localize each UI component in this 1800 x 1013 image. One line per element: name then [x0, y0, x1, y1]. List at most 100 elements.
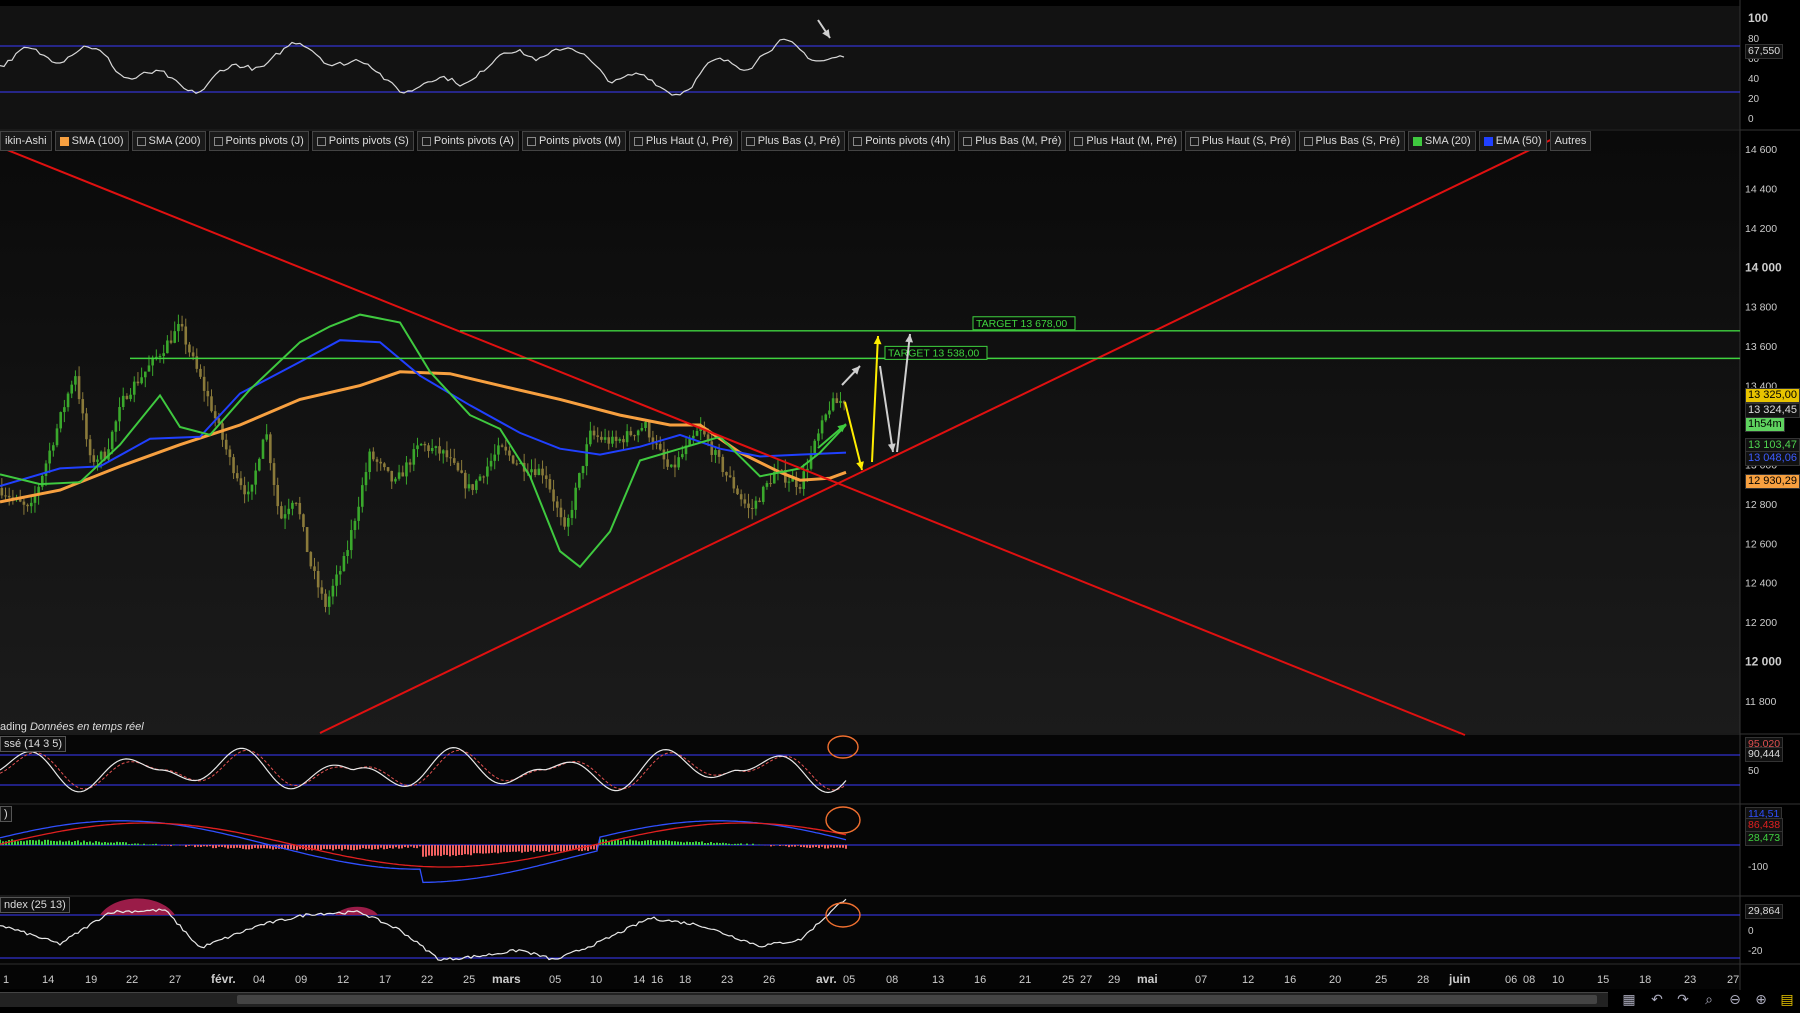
- legend-item[interactable]: Plus Bas (S, Pré): [1298, 131, 1405, 151]
- candle-body: [132, 381, 136, 395]
- legend-checkbox[interactable]: [213, 136, 223, 146]
- legend-checkbox[interactable]: [59, 136, 69, 146]
- legend-checkbox[interactable]: [1074, 136, 1084, 146]
- legend-item[interactable]: Plus Haut (M, Pré): [1069, 131, 1182, 151]
- redo-icon[interactable]: ↷: [1674, 990, 1692, 1008]
- candle-body: [327, 596, 331, 607]
- legend-item[interactable]: Points pivots (J): [208, 131, 309, 151]
- legend-item[interactable]: EMA (50): [1478, 131, 1547, 151]
- candle-body: [276, 485, 280, 507]
- legend-checkbox[interactable]: [853, 136, 863, 146]
- candle-body: [26, 504, 29, 507]
- candle-body: [570, 509, 574, 518]
- candle-body: [515, 463, 519, 465]
- legend-item[interactable]: Points pivots (A): [416, 131, 519, 151]
- macd-histogram-bar: [17, 841, 19, 845]
- macd-histogram-bar: [836, 845, 838, 848]
- candle-body: [92, 455, 96, 462]
- candle-body: [416, 445, 419, 450]
- macd-histogram-bar: [65, 841, 67, 845]
- candle-body: [452, 458, 456, 463]
- undo-icon[interactable]: ↶: [1648, 990, 1666, 1008]
- legend-item[interactable]: SMA (200): [131, 131, 206, 151]
- legend-item[interactable]: SMA (20): [1407, 131, 1476, 151]
- macd-histogram-bar: [143, 843, 145, 845]
- legend-item[interactable]: Autres: [1549, 131, 1592, 151]
- legend-checkbox[interactable]: [633, 136, 643, 146]
- candle-body: [298, 502, 302, 515]
- legend-item[interactable]: ikin-Ashi: [0, 131, 52, 151]
- candle-body: [7, 495, 11, 498]
- legend-item[interactable]: Points pivots (M): [521, 131, 626, 151]
- zoom-in-icon[interactable]: ⊕: [1752, 990, 1770, 1008]
- macd-histogram-bar: [362, 845, 364, 849]
- macd-histogram-bar: [536, 845, 538, 851]
- macd-histogram-bar: [452, 845, 454, 856]
- rsi-tick-label: 100: [1748, 11, 1768, 25]
- macd-histogram-bar: [734, 843, 736, 845]
- index-label[interactable]: ndex (25 13): [0, 897, 70, 913]
- zoom-out-icon[interactable]: ⊖: [1726, 990, 1744, 1008]
- legend-item[interactable]: Plus Bas (J, Pré): [740, 131, 846, 151]
- macd-histogram-bar: [638, 841, 640, 845]
- horizontal-scrollbar[interactable]: [0, 992, 1608, 1007]
- macd-histogram-bar: [206, 845, 208, 847]
- macd-histogram-bar: [242, 845, 244, 849]
- legend-item[interactable]: Plus Haut (J, Pré): [628, 131, 738, 151]
- macd-histogram-bar: [35, 840, 37, 845]
- macd-histogram-bar: [686, 841, 688, 845]
- legend-checkbox[interactable]: [526, 136, 536, 146]
- tape-icon[interactable]: ▤: [1778, 990, 1796, 1008]
- macd-histogram-bar: [623, 839, 625, 845]
- legend-checkbox[interactable]: [316, 136, 326, 146]
- macd-histogram-bar: [374, 845, 376, 849]
- legend-item[interactable]: Plus Bas (M, Pré): [958, 131, 1067, 151]
- price-tag: 12 930,29: [1745, 474, 1800, 489]
- legend-checkbox[interactable]: [421, 136, 431, 146]
- macd-label[interactable]: ): [0, 806, 12, 822]
- candle-body: [533, 469, 537, 475]
- legend-checkbox[interactable]: [136, 136, 146, 146]
- candle-body: [732, 477, 736, 489]
- macd-histogram-bar: [677, 841, 679, 845]
- legend-item[interactable]: Points pivots (S): [311, 131, 414, 151]
- macd-histogram-bar: [692, 842, 694, 845]
- legend-checkbox[interactable]: [1412, 136, 1422, 146]
- legend-label: Autres: [1554, 135, 1587, 147]
- stoch-label[interactable]: ssé (14 3 5): [0, 736, 67, 752]
- macd-histogram-bar: [149, 844, 151, 845]
- trading-chart[interactable]: 100806040200 TARGET 13 678,00TARGET 13 5…: [0, 0, 1800, 1013]
- macd-histogram-bar: [500, 845, 502, 853]
- legend-checkbox[interactable]: [963, 136, 973, 146]
- candle-body: [169, 340, 173, 343]
- candle-body: [272, 463, 276, 486]
- macd-histogram-bar: [620, 840, 622, 845]
- candle-body: [839, 400, 842, 404]
- x-tick-label: 27: [1080, 974, 1092, 986]
- x-tick-label: 10: [590, 974, 602, 986]
- macd-histogram-bar: [152, 844, 154, 845]
- candle-body: [0, 488, 4, 496]
- legend-item[interactable]: SMA (100): [54, 131, 129, 151]
- legend-item[interactable]: Plus Haut (S, Pré): [1184, 131, 1296, 151]
- macd-histogram-bar: [230, 845, 232, 848]
- legend-checkbox[interactable]: [1189, 136, 1199, 146]
- candle-body: [81, 399, 85, 414]
- macd-histogram-bar: [377, 845, 379, 850]
- macd-histogram-bar: [509, 845, 511, 852]
- x-tick-label: 08: [1523, 974, 1535, 986]
- rsi-panel: [0, 6, 1740, 129]
- candle-body: [835, 398, 839, 404]
- legend-checkbox[interactable]: [1303, 136, 1313, 146]
- candle-body: [427, 445, 430, 452]
- legend-checkbox[interactable]: [1483, 136, 1493, 146]
- zoom-fit-icon[interactable]: ⌕: [1700, 990, 1718, 1008]
- legend-label: Points pivots (S): [328, 135, 409, 147]
- legend-item[interactable]: Points pivots (4h): [848, 131, 956, 151]
- calendar-icon[interactable]: ▦: [1620, 990, 1638, 1008]
- candle-body: [589, 430, 592, 445]
- price-tick-label: 12 800: [1745, 499, 1777, 511]
- legend-checkbox[interactable]: [745, 136, 755, 146]
- candle-body: [254, 470, 257, 485]
- scroll-thumb[interactable]: [237, 995, 1597, 1004]
